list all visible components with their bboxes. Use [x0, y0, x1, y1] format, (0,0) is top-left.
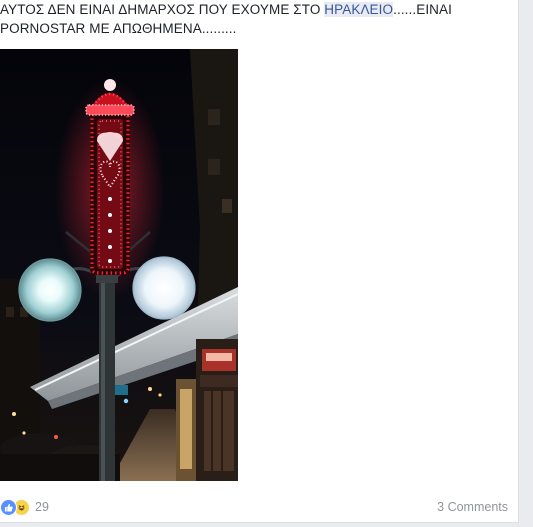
post-photo[interactable]: [0, 49, 238, 481]
footer-divider: [0, 492, 518, 493]
reactions-summary[interactable]: 29: [0, 497, 49, 517]
like-icon: [0, 498, 17, 516]
location-mention-link[interactable]: ΗΡΑΚΛΕΙΟ: [324, 2, 394, 17]
comments-link[interactable]: 3 Comments: [437, 500, 508, 514]
post-text-start: ΑΥΤΟΣ ΔΕΝ ΕΙΝΑΙ ΔΗΜΑΡΧΟΣ ΠΟΥ ΕΧΟΥΜΕ ΣΤΟ: [0, 2, 325, 17]
post-card: ΑΥΤΟΣ ΔΕΝ ΕΙΝΑΙ ΔΗΜΑΡΧΟΣ ΠΟΥ ΕΧΟΥΜΕ ΣΤΟ …: [0, 0, 519, 523]
post-text: ΑΥΤΟΣ ΔΕΝ ΕΙΝΑΙ ΔΗΜΑΡΧΟΣ ΠΟΥ ΕΧΟΥΜΕ ΣΤΟ …: [0, 0, 500, 38]
reaction-count: 29: [35, 500, 49, 514]
